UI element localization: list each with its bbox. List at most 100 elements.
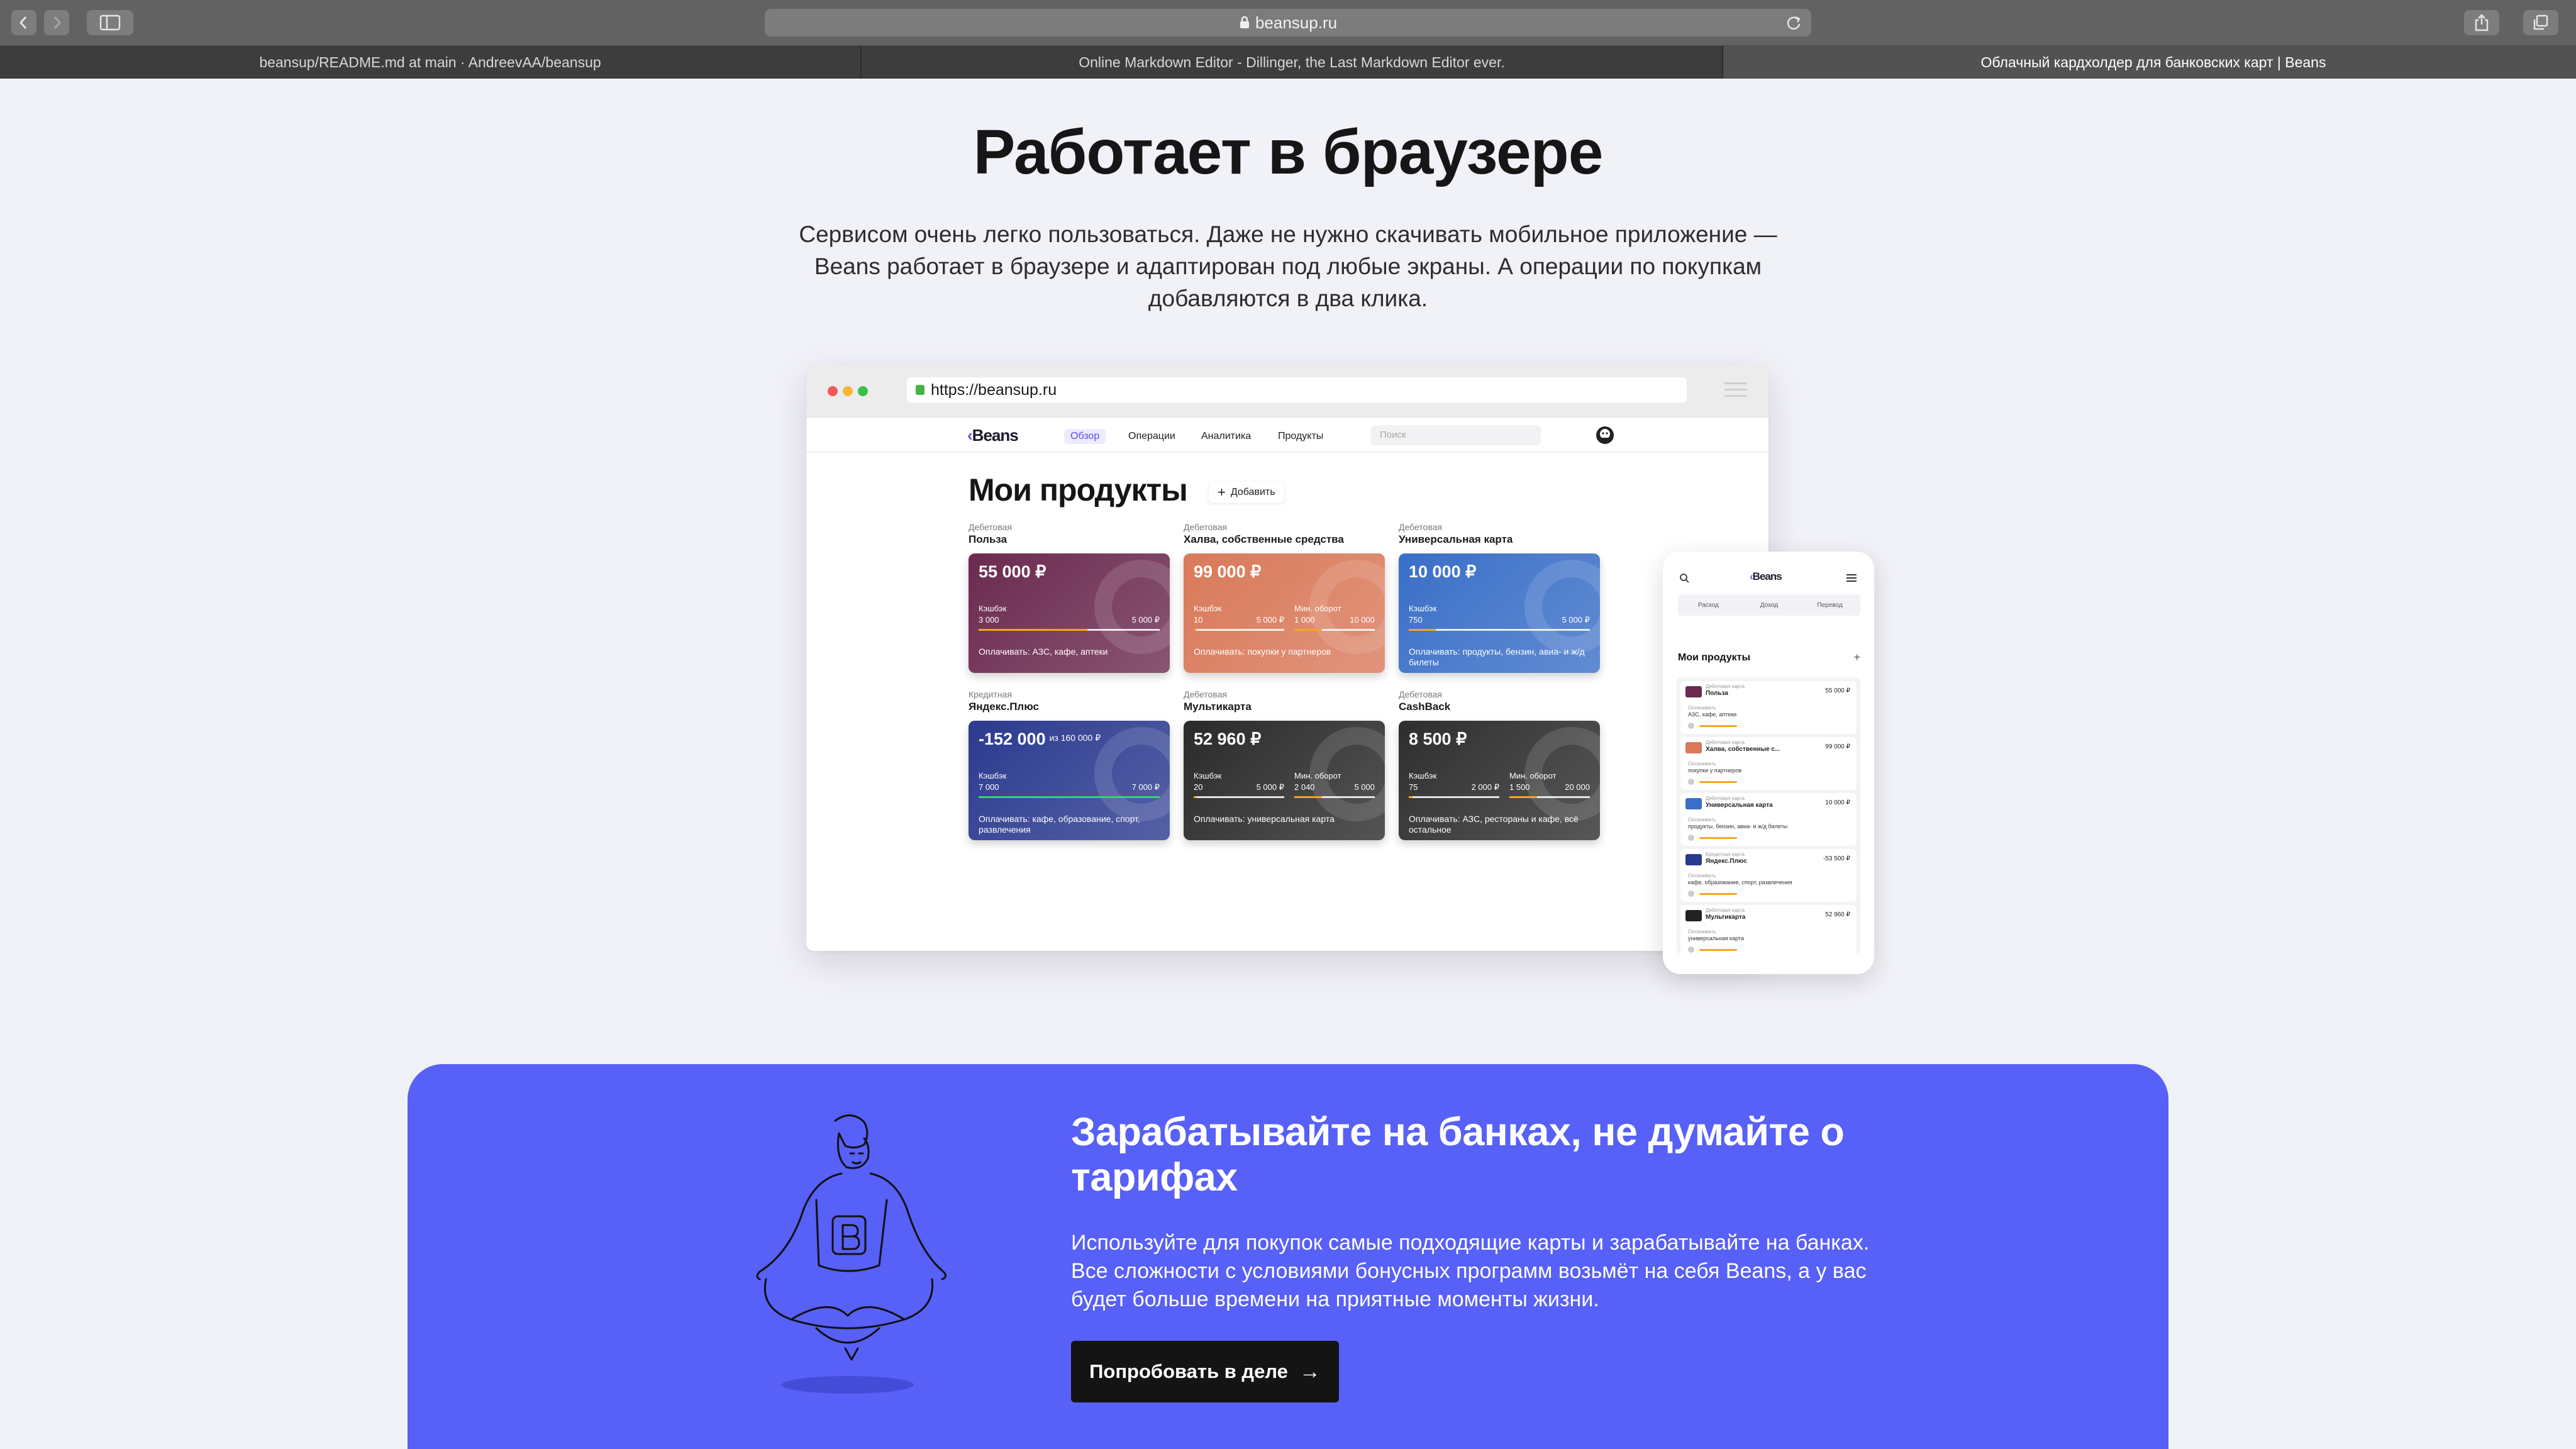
cashback-bar <box>1194 796 1284 798</box>
phone-item-pay: кафе, образование, спорт, развлечения <box>1688 879 1792 886</box>
phone-item-name: Универсальная карта <box>1706 802 1773 809</box>
phone-list-item: Дебетовая карта Халва, собственные с... 99… <box>1680 737 1857 790</box>
tabs-overview-button[interactable] <box>2523 10 2558 35</box>
turnover-min: 20 000 <box>1565 782 1590 792</box>
cashback-label: Кэшбэк <box>1409 771 1437 780</box>
mock-menu-icon <box>1724 382 1747 401</box>
phone-item-value: 55 000 ₽ <box>1825 687 1850 694</box>
mock-lock-icon <box>916 385 924 395</box>
card-face: 10 000 ₽ Кэшбэк 750 5 000 ₽ Оплачивать: прод… <box>1399 553 1600 673</box>
card-name: Универсальная карта <box>1399 533 1513 545</box>
reload-icon[interactable] <box>1785 14 1802 31</box>
cashback-bar-fill <box>1409 629 1436 631</box>
phone-progress-bar <box>1699 949 1737 951</box>
cashback-label: Кэшбэк <box>979 604 1007 613</box>
phone-item-pay-label: Оплачивать <box>1688 873 1716 879</box>
address-text: beansup.ru <box>1255 13 1338 32</box>
card-thumb-icon <box>1685 910 1702 921</box>
phone-add-icon: + <box>1853 651 1860 663</box>
cashback-value: 750 <box>1409 615 1423 625</box>
cashback-max: 5 000 ₽ <box>1256 615 1284 625</box>
arrow-right-icon: → <box>1299 1359 1321 1384</box>
card-face: 52 960 ₽ Кэшбэк 20 5 000 ₽ Мин. оборот 2 040 5… <box>1184 721 1385 840</box>
cashback-bar-fill <box>1409 796 1413 798</box>
mock-nav-overview: Обзор <box>1064 429 1106 444</box>
sidebar-button[interactable] <box>87 10 133 35</box>
maximize-dot-icon <box>858 386 868 396</box>
phone-item-pay: покупки у партнеров <box>1688 767 1742 774</box>
phone-segment-control: Расход Доход Перевод <box>1678 594 1860 616</box>
card-name: CashBack <box>1399 701 1451 713</box>
cashback-label: Кэшбэк <box>1409 604 1437 613</box>
card-name: Яндекс.Плюс <box>969 701 1039 713</box>
promo-text: Используйте для покупок самые подходящие… <box>1071 1231 1870 1311</box>
card-amount: 10 000 ₽ <box>1409 562 1477 581</box>
address-bar[interactable]: beansup.ru <box>765 9 1811 36</box>
turnover-value: 1 000 <box>1294 615 1315 625</box>
mock-add-button: + Добавить <box>1209 482 1284 503</box>
phone-item-type: Дебетовая карта <box>1706 908 1745 913</box>
cashback-bar-fill <box>979 629 1087 631</box>
phone-list-item: Дебетовая карта Польза 55 000 ₽ Оплачивать А… <box>1680 681 1857 734</box>
card-pay-text: Оплачивать: покупки у партнеров <box>1194 647 1331 657</box>
phone-item-name: Халва, собственные с... <box>1706 746 1780 753</box>
card-decor <box>1094 727 1170 821</box>
card-decor <box>1524 560 1600 654</box>
mock-card-2: Дебетовая Универсальная карта 10 000 ₽ Кэшб… <box>1399 522 1600 673</box>
card-thumb-icon <box>1685 854 1702 865</box>
mock-card-1: Дебетовая Халва, собственные средства 99 0… <box>1184 522 1385 673</box>
tab-beans[interactable]: Облачный кардхолдер для банковских карт … <box>1723 46 2576 79</box>
mock-nav-analytics: Аналитика <box>1201 431 1252 441</box>
turnover-bar-fill <box>1294 796 1322 798</box>
phone-list-item: Дебетовая карта Мультикарта 52 960 ₽ Оплачи… <box>1680 905 1857 958</box>
section-title: Работает в браузере <box>973 117 1604 187</box>
share-button[interactable] <box>2464 10 2499 35</box>
card-amount: 52 960 ₽ <box>1194 730 1262 748</box>
card-type: Дебетовая <box>1399 522 1442 532</box>
cashback-max: 5 000 ₽ <box>1256 782 1284 792</box>
back-button[interactable] <box>11 10 36 35</box>
phone-item-name: Яндекс.Плюс <box>1706 858 1747 865</box>
phone-item-pay-label: Оплачивать <box>1688 705 1716 711</box>
phone-seg-expense: Расход <box>1697 601 1719 609</box>
card-amount: 99 000 ₽ <box>1194 562 1262 581</box>
cashback-value: 3 000 <box>979 615 999 625</box>
try-it-button[interactable]: Попробовать в деле → <box>1071 1341 1339 1402</box>
status-dot-icon <box>1688 947 1694 953</box>
turnover-min: 10 000 <box>1350 615 1375 625</box>
card-type: Кредитная <box>969 689 1012 699</box>
status-dot-icon <box>1688 835 1694 841</box>
phone-item-pay-label: Оплачивать <box>1688 929 1716 935</box>
phone-mockup: ‹Beans Расход Доход Перевод Мои продукты… <box>1663 552 1874 974</box>
phone-header: ‹Beans <box>1672 569 1865 588</box>
card-amount: -152 000 из 160 000 ₽ <box>979 730 1101 748</box>
card-type: Дебетовая <box>1184 689 1227 699</box>
tab-github-readme[interactable]: beansup/README.md at main · AndreevAA/be… <box>0 46 862 79</box>
cashback-max: 5 000 ₽ <box>1131 615 1160 625</box>
turnover-label: Мин. оборот <box>1509 771 1557 780</box>
try-it-label: Попробовать в деле <box>1089 1360 1288 1382</box>
cashback-value: 20 <box>1194 782 1203 792</box>
card-pay-text: Оплачивать: АЗС, рестораны и кафе, всё о… <box>1409 814 1579 835</box>
mock-nav-operations: Операции <box>1128 431 1175 441</box>
mock-url-bar: https://beansup.ru <box>907 377 1687 402</box>
tab-dillinger[interactable]: Online Markdown Editor - Dillinger, the … <box>862 46 1723 79</box>
close-dot-icon <box>828 386 838 396</box>
card-pay-text: Оплачивать: кафе, образование, спорт, ра… <box>979 814 1140 835</box>
promo-title: Зарабатывайте на банках, не думайте о та… <box>1071 1110 1845 1199</box>
card-limit: из 160 000 ₽ <box>1049 733 1101 743</box>
card-thumb-icon <box>1685 798 1702 809</box>
card-type: Дебетовая <box>969 522 1012 532</box>
phone-list-item: Дебетовая карта Универсальная карта 10 000… <box>1680 793 1857 846</box>
phone-products-heading: Мои продукты <box>1678 652 1751 663</box>
sidebar-icon <box>99 14 121 31</box>
card-amount: 8 500 ₽ <box>1409 730 1467 748</box>
mock-plus-icon: + <box>1218 484 1226 500</box>
card-name: Халва, собственные средства <box>1184 533 1344 545</box>
forward-button[interactable] <box>44 10 69 35</box>
minimize-dot-icon <box>843 386 853 396</box>
cashback-bar-fill <box>1194 796 1196 798</box>
phone-item-pay: универсальная карта <box>1688 935 1744 941</box>
card-decor <box>1094 560 1170 654</box>
card-pay-text: Оплачивать: универсальная карта <box>1194 814 1335 824</box>
